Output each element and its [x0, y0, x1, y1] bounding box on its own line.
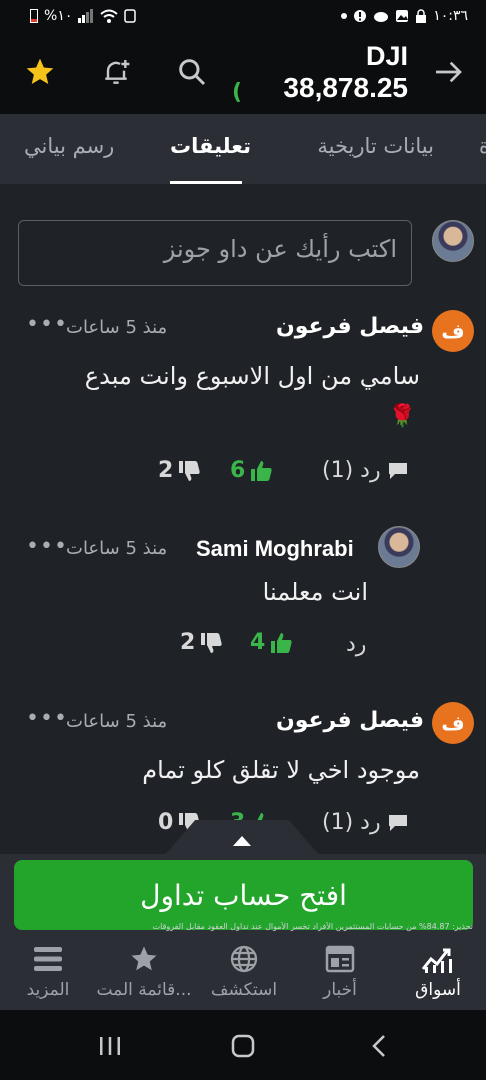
markets-chart-icon — [390, 944, 486, 974]
nav-label: المزيد — [26, 980, 70, 1000]
nav-more[interactable]: المزيد — [0, 944, 96, 1000]
forward-arrow-icon[interactable] — [428, 52, 468, 92]
nav-watchlist[interactable]: قائمة المت... — [96, 944, 192, 1000]
comment-item: ف فيصل فرعون منذ 5 ساعات ••• سامي من اول… — [0, 306, 486, 496]
thumbs-up-icon — [251, 460, 272, 481]
add-alert-icon[interactable] — [96, 52, 136, 92]
more-options-icon[interactable]: ••• — [26, 706, 68, 731]
comment-item: Sami Moghrabi منذ 5 ساعات ••• انت معلمنا… — [0, 526, 486, 676]
reply-label: رد (1) — [322, 810, 381, 835]
reply-button[interactable]: رد (1) — [322, 810, 409, 835]
instrument-header: DJI 38,878.25 — [283, 40, 408, 104]
rose-emoji: 🌹 — [388, 404, 416, 429]
dot-icon — [341, 13, 348, 19]
clock: ١٠:٣٦ — [433, 8, 468, 24]
sim-icon — [124, 9, 137, 23]
active-tab-indicator — [170, 181, 242, 184]
avatar — [432, 220, 474, 262]
back-icon[interactable] — [360, 1030, 400, 1062]
avatar: ف — [432, 310, 474, 352]
home-icon[interactable] — [223, 1030, 263, 1062]
signal-icon — [78, 9, 94, 23]
thumbs-down-icon — [179, 460, 200, 481]
tab-historical-data[interactable]: بيانات تاريخية — [317, 134, 434, 158]
nav-label: قائمة المت... — [96, 980, 192, 1000]
comment-input-placeholder: اكتب رأيك عن داو جونز — [163, 235, 397, 263]
thumbs-up-icon — [271, 632, 292, 653]
like-button[interactable]: 6 — [230, 458, 273, 483]
nav-label: استكشف — [210, 980, 278, 1000]
lock-icon — [416, 9, 427, 23]
cloud-icon — [374, 12, 389, 22]
image-icon — [396, 10, 409, 22]
comment-input[interactable]: اكتب رأيك عن داو جونز — [18, 220, 412, 286]
star-icon[interactable] — [20, 52, 60, 92]
avatar: ف — [432, 702, 474, 744]
battery-percent: %١٠ — [44, 8, 73, 24]
dislike-count: 2 — [180, 630, 196, 655]
search-icon[interactable] — [172, 52, 212, 92]
comment-author[interactable]: فيصل فرعون — [276, 708, 424, 733]
status-bar-left: %١٠ — [30, 8, 137, 24]
nav-explore[interactable]: استكشف — [196, 944, 292, 1000]
tab-chart[interactable]: رسم بياني — [24, 134, 114, 158]
comment-author[interactable]: فيصل فرعون — [276, 314, 424, 339]
app-bar: DJI 38,878.25 ( — [0, 34, 486, 114]
dislike-count: 0 — [158, 810, 174, 835]
dislike-button[interactable]: 2 — [158, 458, 201, 483]
dislike-count: 2 — [158, 458, 174, 483]
alert-icon — [354, 10, 367, 22]
wifi-icon — [100, 9, 119, 23]
status-bar: %١٠ ١٠:٣٦ — [0, 0, 486, 34]
comment-text: موجود اخي لا تقلق كلو تمام — [142, 756, 420, 784]
battery-icon — [30, 9, 38, 23]
chevron-up-icon — [233, 836, 251, 846]
nav-label: أسواق — [415, 980, 461, 1000]
status-bar-right: ١٠:٣٦ — [341, 8, 468, 24]
tab-bar: ة بيانات تاريخية تعليقات رسم بياني — [0, 114, 486, 184]
system-navigation-bar — [0, 1010, 486, 1080]
news-icon — [292, 944, 388, 974]
comment-time: منذ 5 ساعات — [66, 711, 168, 732]
open-trading-account-button[interactable]: افتح حساب تداول — [14, 860, 473, 930]
star-icon — [96, 944, 192, 974]
thumbs-down-icon — [201, 632, 222, 653]
globe-icon — [196, 944, 292, 974]
dislike-button[interactable]: 2 — [180, 630, 223, 655]
more-options-icon[interactable]: ••• — [26, 534, 68, 559]
nav-news[interactable]: أخبار — [292, 944, 388, 1000]
last-price: 38,878.25 — [283, 72, 408, 103]
comment-text: انت معلمنا — [262, 578, 368, 606]
reply-label: رد (1) — [322, 458, 381, 483]
tab-overflow-edge: ة — [478, 134, 486, 158]
avatar — [378, 526, 420, 568]
comment-text: سامي من اول الاسبوع وانت مبدع — [84, 362, 420, 390]
more-options-icon[interactable]: ••• — [26, 312, 68, 337]
reply-button[interactable]: رد (1) — [322, 458, 409, 483]
like-count: 4 — [250, 630, 266, 655]
like-button[interactable]: 4 — [250, 630, 293, 655]
menu-icon — [0, 944, 96, 974]
bottom-nav: أسواق أخبار استكشف قائمة المت... المزيد — [0, 936, 486, 1010]
price-change: ( — [232, 80, 243, 105]
like-count: 6 — [230, 458, 246, 483]
tab-comments[interactable]: تعليقات — [170, 134, 251, 158]
nav-markets[interactable]: أسواق — [390, 944, 486, 1000]
recents-icon[interactable] — [90, 1030, 130, 1062]
comment-author[interactable]: Sami Moghrabi — [196, 536, 354, 562]
reply-label: رد — [346, 632, 367, 657]
nav-label: أخبار — [323, 980, 357, 1000]
reply-icon — [388, 462, 407, 479]
reply-icon — [388, 814, 407, 831]
risk-disclaimer: تحذير: 84.87% من حسابات المستثمرين الأفر… — [152, 922, 473, 931]
comment-time: منذ 5 ساعات — [66, 538, 168, 559]
reply-button[interactable]: رد — [346, 632, 366, 657]
comment-time: منذ 5 ساعات — [66, 317, 168, 338]
ticker-symbol: DJI — [365, 41, 408, 71]
